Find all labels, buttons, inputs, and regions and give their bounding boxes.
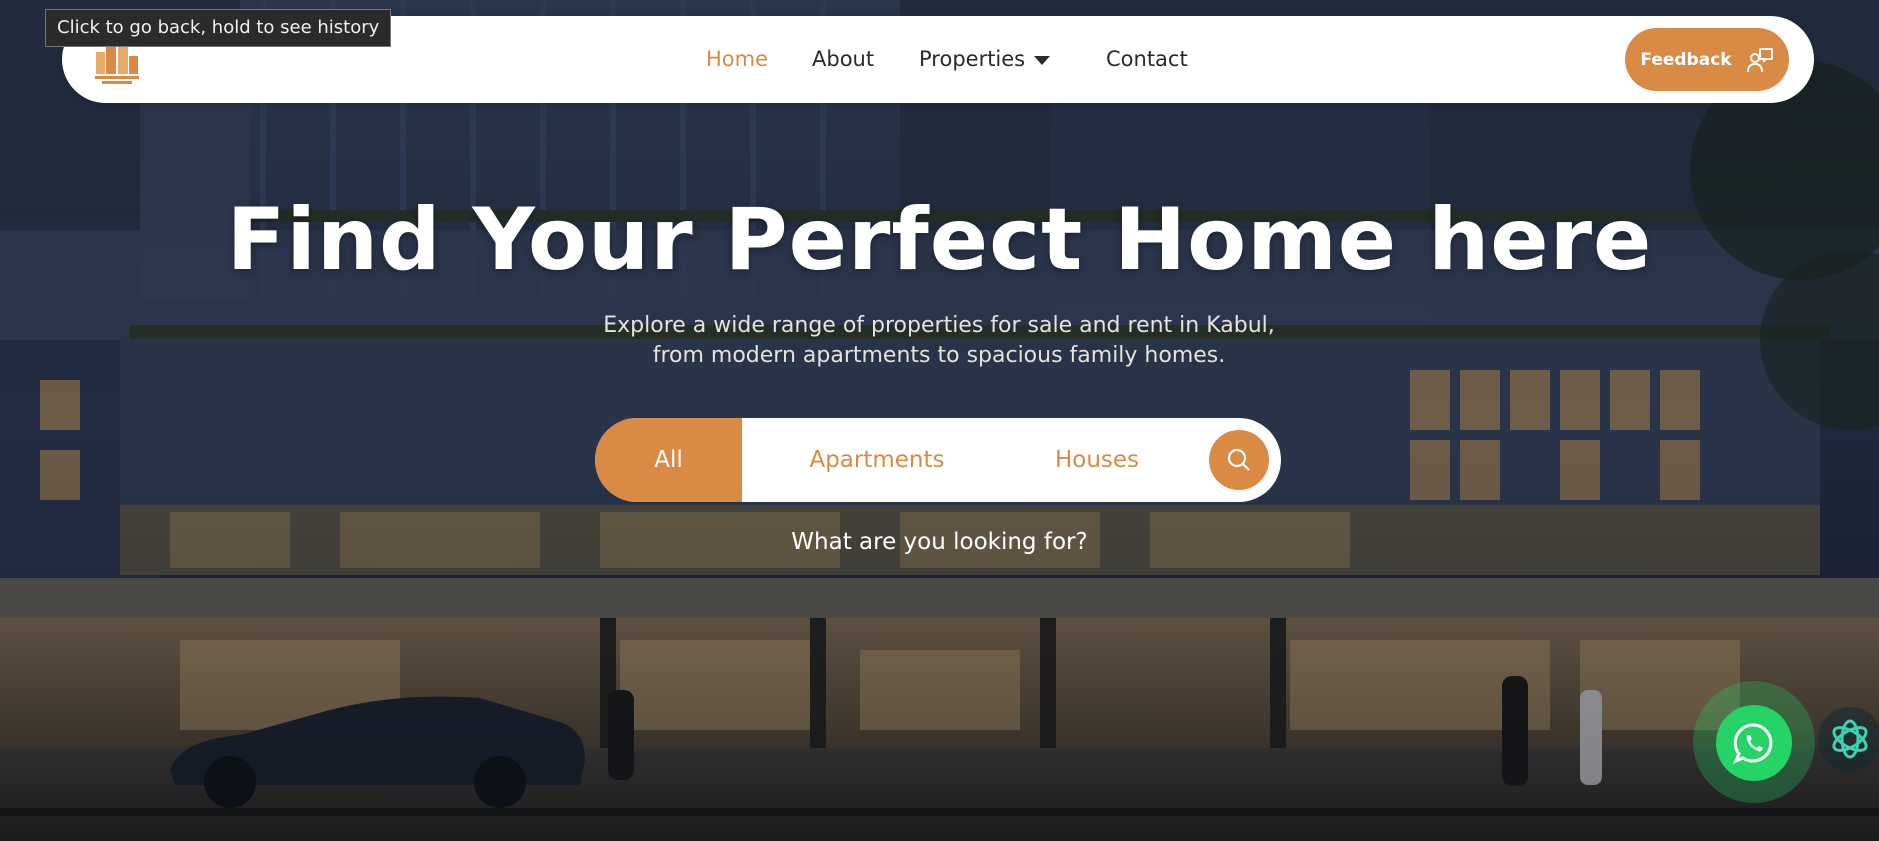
chevron-down-icon[interactable] [1034, 56, 1050, 65]
nav-link-about[interactable]: About [812, 47, 874, 71]
feedback-label: Feedback [1640, 49, 1732, 70]
property-search-bar: All Apartments Houses [595, 418, 1281, 502]
search-icon [1227, 448, 1250, 471]
feedback-person-icon [1746, 47, 1773, 72]
back-button-tooltip: Click to go back, hold to see history [45, 9, 392, 47]
ai-assistant-button[interactable] [1818, 707, 1879, 771]
nav-link-home[interactable]: Home [706, 47, 768, 71]
tab-apartments[interactable]: Apartments [742, 418, 1012, 502]
page: Home About Properties Contact Feedback C… [0, 0, 1879, 841]
search-button[interactable] [1209, 430, 1269, 490]
feedback-button[interactable]: Feedback [1625, 28, 1789, 91]
whatsapp-icon [1733, 723, 1773, 764]
whatsapp-button[interactable] [1716, 705, 1792, 781]
hero-title: Find Your Perfect Home here [226, 190, 1653, 290]
hero-subtitle: Explore a wide range of properties for s… [603, 313, 1275, 368]
tab-houses[interactable]: Houses [1012, 418, 1182, 502]
tab-all[interactable]: All [595, 418, 742, 502]
ai-assistant-icon [1832, 719, 1868, 759]
search-prompt: What are you looking for? [791, 529, 1088, 555]
nav-link-contact[interactable]: Contact [1106, 47, 1188, 71]
nav-link-properties[interactable]: Properties [919, 47, 1025, 71]
